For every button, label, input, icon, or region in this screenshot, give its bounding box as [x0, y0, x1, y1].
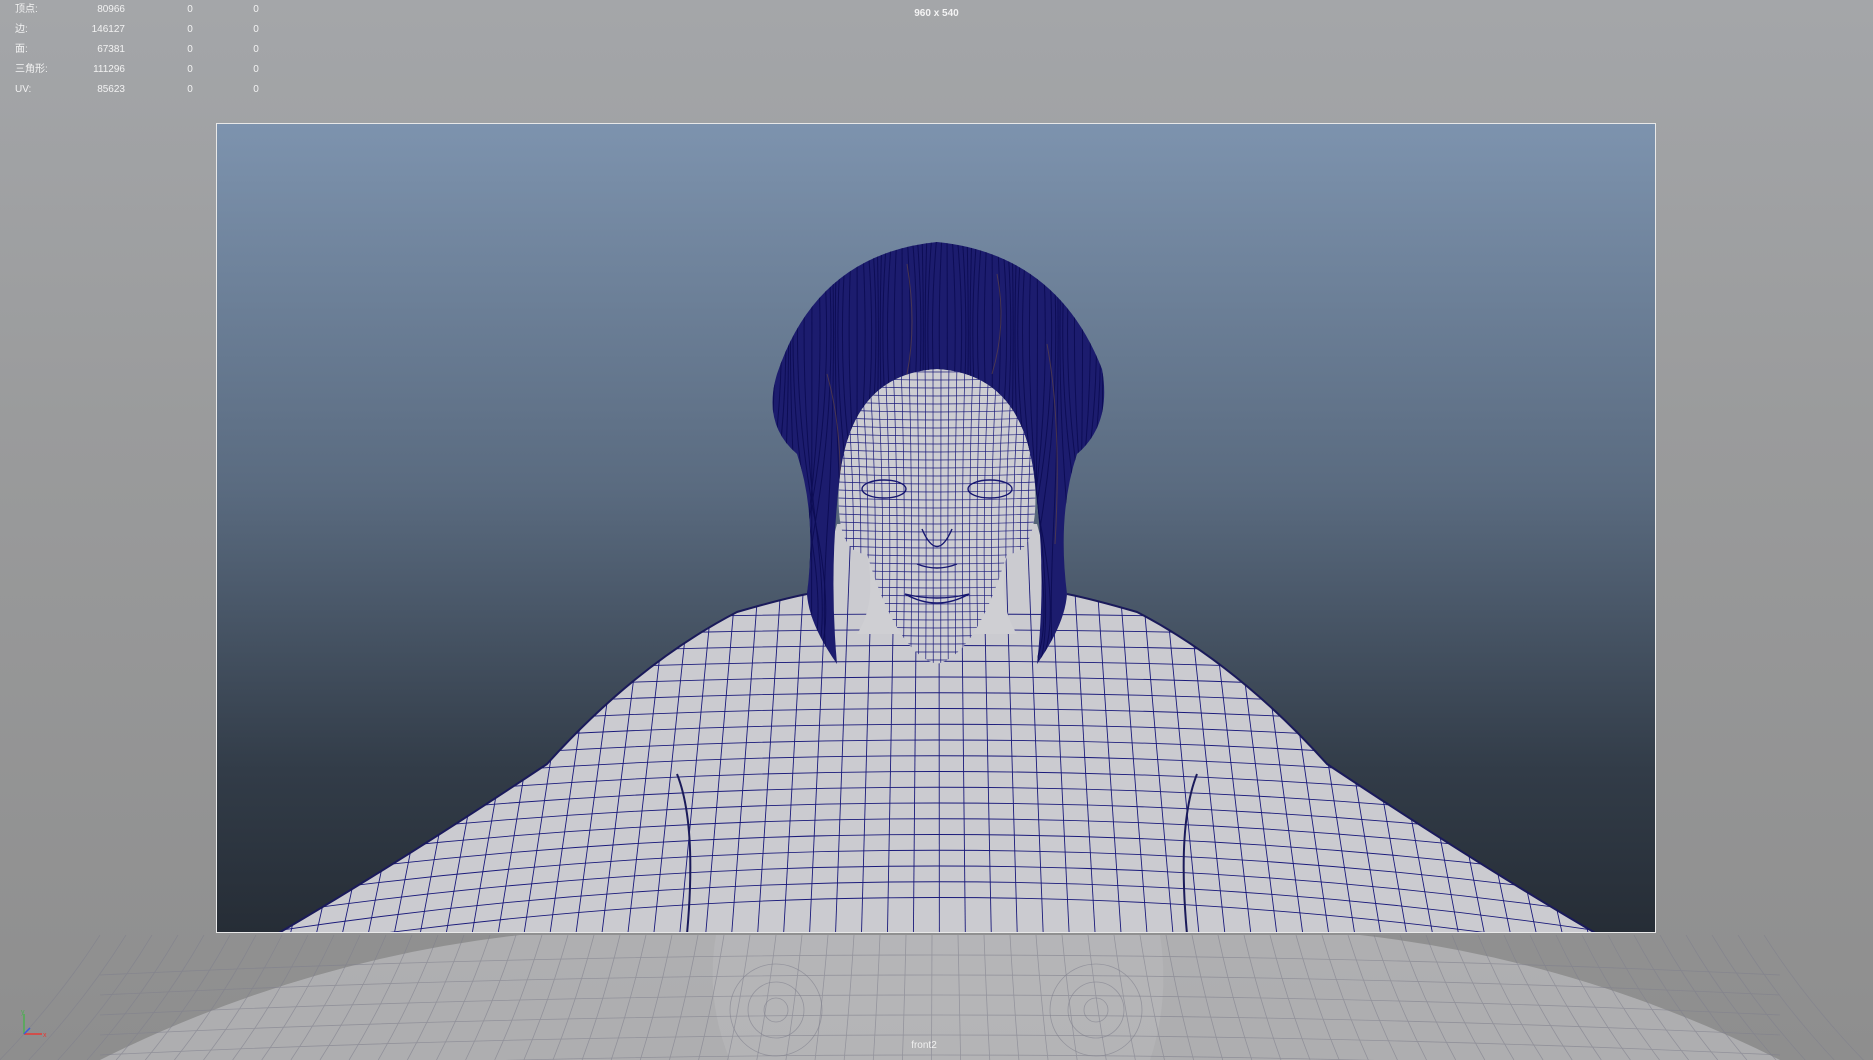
svg-text:y: y: [21, 1010, 25, 1016]
wireframe-model[interactable]: [217, 124, 1656, 933]
resolution-gate-viewport[interactable]: [216, 123, 1656, 933]
svg-text:x: x: [43, 1032, 47, 1039]
view-axis-icon: x y: [21, 1010, 47, 1039]
camera-name-label: front2: [911, 1040, 937, 1051]
